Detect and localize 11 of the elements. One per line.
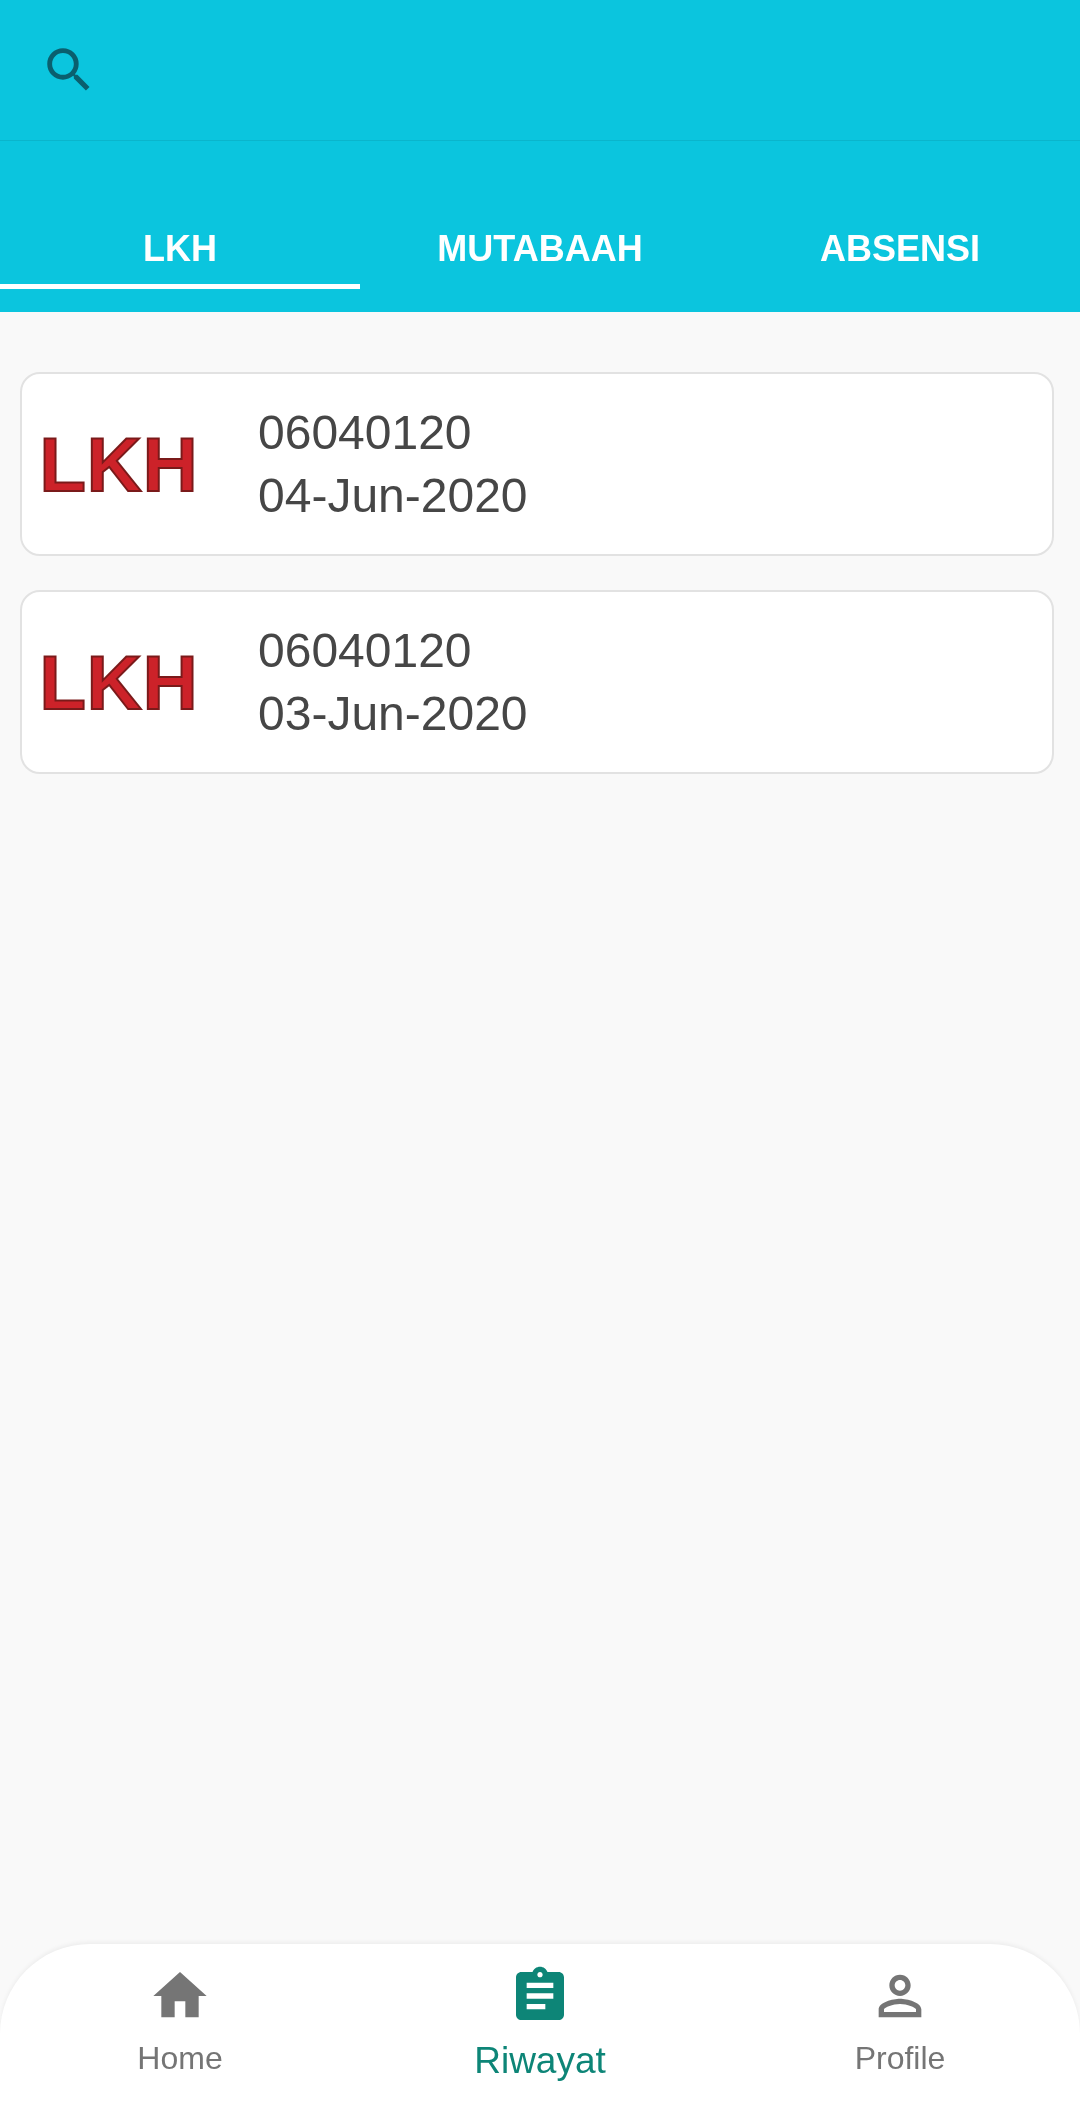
logo: LKH — [38, 420, 200, 508]
record-card[interactable]: LKH 06040120 03-Jun-2020 — [20, 590, 1054, 774]
nav-item[interactable]: Profile — [720, 1944, 1080, 2124]
logo: LKH — [38, 638, 200, 726]
record-date: 03-Jun-2020 — [258, 686, 528, 741]
record-date: 04-Jun-2020 — [258, 468, 528, 523]
record-card[interactable]: LKH 06040120 04-Jun-2020 — [20, 372, 1054, 556]
nav-item[interactable]: Home — [0, 1944, 360, 2124]
record-number: 06040120 — [258, 623, 473, 678]
nav-item[interactable]: Riwayat — [360, 1944, 720, 2124]
record-number: 06040120 — [258, 405, 473, 460]
